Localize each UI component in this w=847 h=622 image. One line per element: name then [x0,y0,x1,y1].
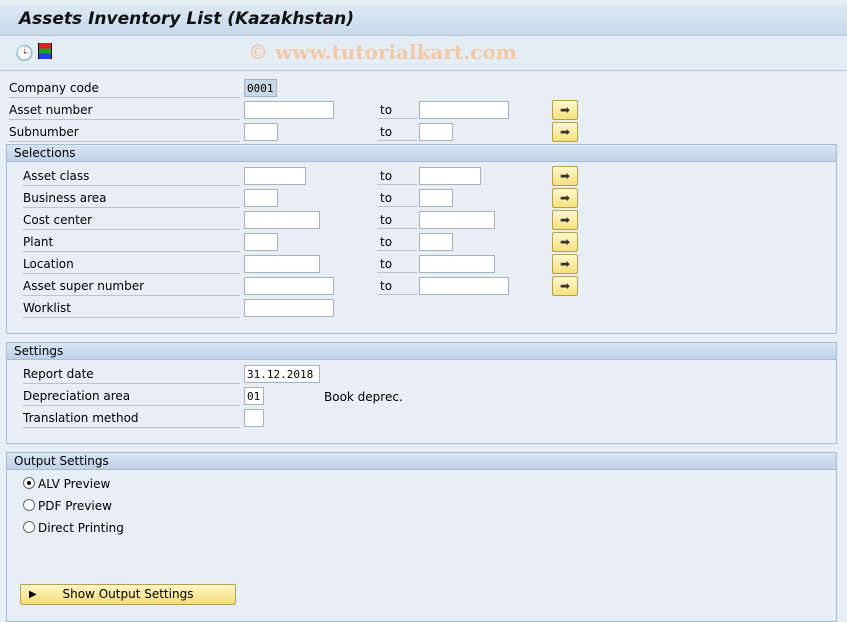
worklist-input[interactable] [244,299,334,317]
asset-number-from-input[interactable] [244,101,334,119]
selections-header: Selections [7,145,836,162]
subnumber-to-input[interactable] [419,123,453,141]
translation-method-input[interactable] [244,409,264,427]
radio-icon[interactable] [23,499,35,511]
show-output-settings-button[interactable]: ▶ Show Output Settings [20,584,236,605]
multiple-selection-button[interactable]: ➡ [552,210,578,230]
plant-to-input[interactable] [419,233,453,251]
multiple-selection-button[interactable]: ➡ [552,166,578,186]
cost-center-to-input[interactable] [419,211,495,229]
asset-class-to-input[interactable] [419,167,481,185]
depreciation-area-description: Book deprec. [324,390,403,404]
to-label: to [377,211,417,229]
multiple-selection-button[interactable]: ➡ [552,100,578,120]
business-area-to-input[interactable] [419,189,453,207]
business-area-label: Business area [23,189,240,208]
location-from-input[interactable] [244,255,320,273]
business-area-from-input[interactable] [244,189,278,207]
multiple-selection-button[interactable]: ➡ [552,232,578,252]
asset-number-label: Asset number [9,101,240,120]
output-settings-header: Output Settings [7,453,836,470]
radio-alv-preview[interactable]: ALV Preview [23,476,110,492]
multiple-selection-button[interactable]: ➡ [552,254,578,274]
watermark: © www.tutorialkart.com [248,40,517,64]
to-label: to [377,255,417,273]
location-label: Location [23,255,240,274]
asset-class-label: Asset class [23,167,240,186]
clock-execute-icon[interactable]: 🕒 [15,44,34,62]
radio-label: ALV Preview [38,477,111,491]
subnumber-from-input[interactable] [244,123,278,141]
triangle-right-icon: ▶ [29,589,37,600]
cost-center-from-input[interactable] [244,211,320,229]
asset-super-number-from-input[interactable] [244,277,334,295]
to-label: to [377,101,417,119]
multiple-selection-button[interactable]: ➡ [552,188,578,208]
radio-label: PDF Preview [38,499,112,513]
asset-number-to-input[interactable] [419,101,509,119]
cost-center-label: Cost center [23,211,240,230]
asset-class-from-input[interactable] [244,167,306,185]
translation-method-label: Translation method [23,409,240,428]
radio-icon[interactable] [23,521,35,533]
selection-options-icon[interactable] [38,43,52,59]
radio-pdf-preview[interactable]: PDF Preview [23,498,112,514]
button-label: Show Output Settings [62,587,194,601]
location-to-input[interactable] [419,255,495,273]
worklist-label: Worklist [23,299,240,318]
plant-from-input[interactable] [244,233,278,251]
settings-header: Settings [7,343,836,360]
to-label: to [377,189,417,207]
to-label: to [377,167,417,185]
company-code-label: Company code [9,79,240,98]
plant-label: Plant [23,233,240,252]
multiple-selection-button[interactable]: ➡ [552,276,578,296]
radio-direct-printing[interactable]: Direct Printing [23,520,124,536]
company-code-input[interactable]: 0001 [244,79,277,97]
report-date-label: Report date [23,365,240,384]
asset-super-number-label: Asset super number [23,277,240,296]
page-title: Assets Inventory List (Kazakhstan) [19,9,355,29]
subnumber-label: Subnumber [9,123,240,142]
depreciation-area-label: Depreciation area [23,387,240,406]
asset-super-number-to-input[interactable] [419,277,509,295]
depreciation-area-input[interactable]: 01 [244,387,264,405]
multiple-selection-button[interactable]: ➡ [552,122,578,142]
to-label: to [377,233,417,251]
radio-label: Direct Printing [38,521,124,535]
to-label: to [377,277,417,295]
report-date-input[interactable]: 31.12.2018 [244,365,320,383]
to-label: to [377,123,417,141]
radio-selected-icon[interactable] [23,477,35,489]
